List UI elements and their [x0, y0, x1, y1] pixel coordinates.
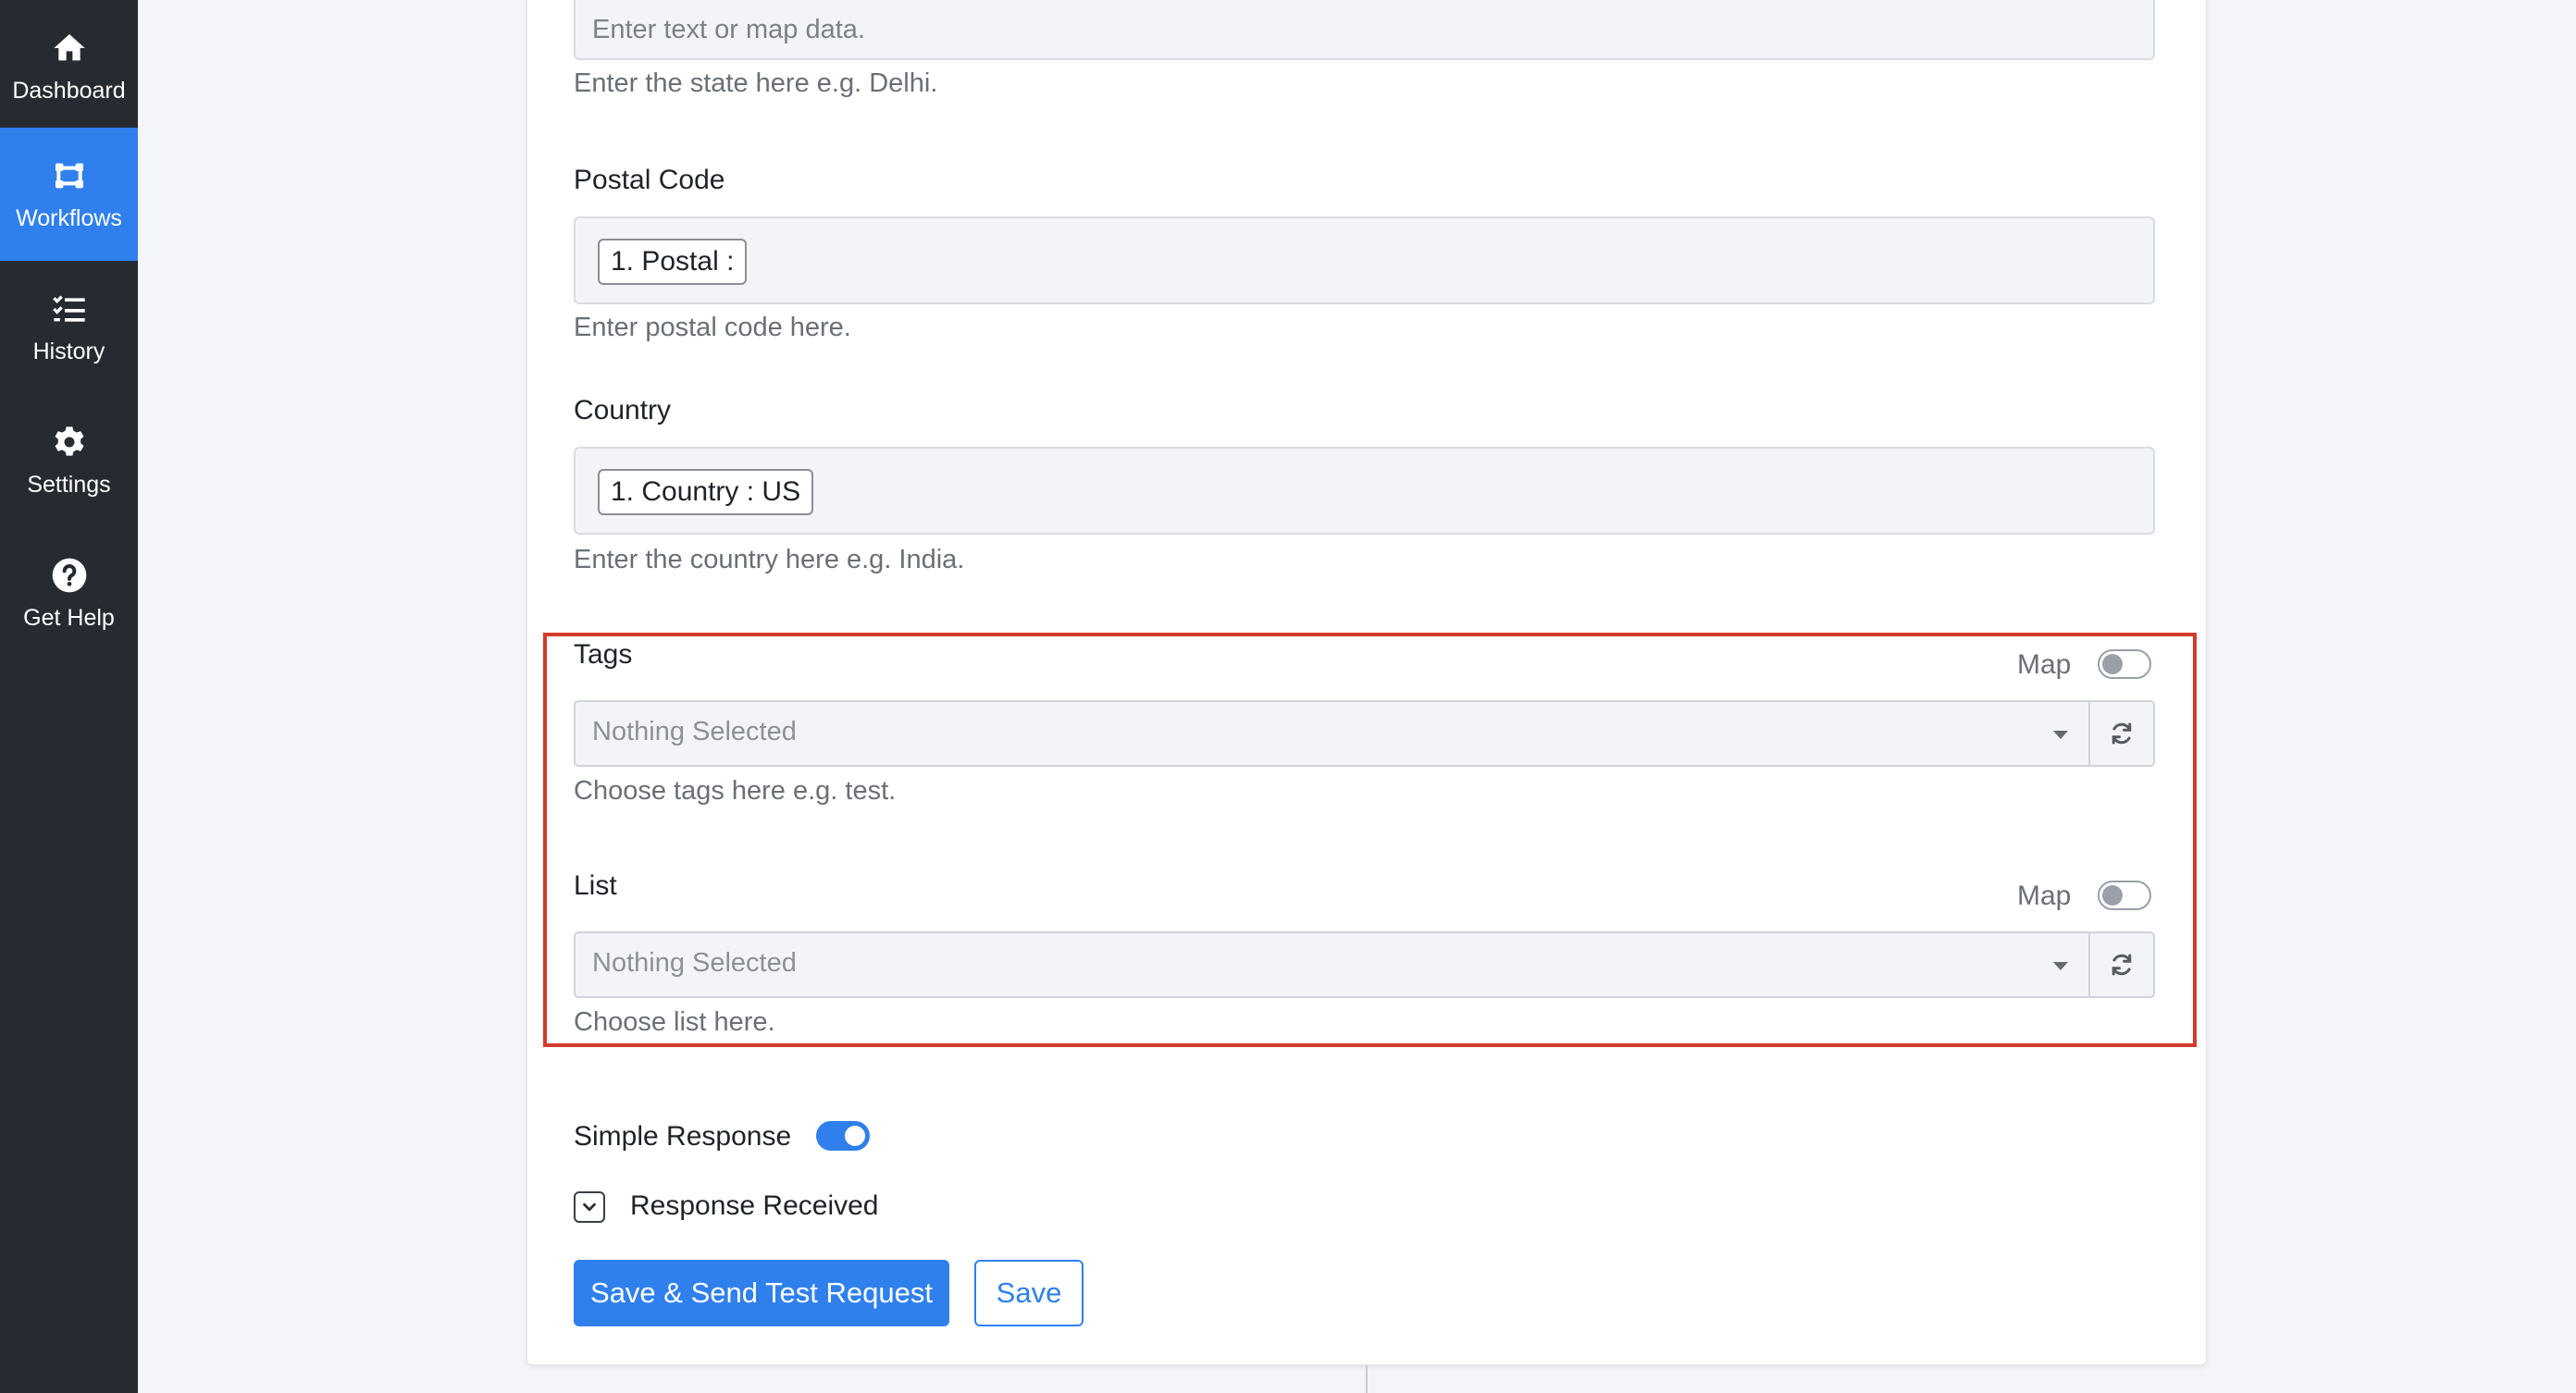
sidebar-item-history[interactable]: History — [0, 261, 138, 394]
response-received-toggle[interactable] — [574, 1191, 605, 1223]
chevron-down-icon — [2053, 731, 2068, 739]
country-mapped-chip[interactable]: 1. Country : US — [598, 469, 814, 515]
country-label: Country — [574, 395, 672, 425]
tags-select[interactable]: Nothing Selected — [574, 700, 2090, 767]
save-and-send-test-request-button[interactable]: Save & Send Test Request — [574, 1260, 949, 1326]
sidebar-item-label: Dashboard — [12, 78, 126, 104]
country-help-text: Enter the country here e.g. India. — [574, 545, 965, 574]
list-refresh-button[interactable] — [2090, 931, 2155, 998]
sidebar-item-label: History — [32, 339, 105, 364]
save-button[interactable]: Save — [974, 1260, 1084, 1326]
tags-map-toggle[interactable] — [2098, 649, 2151, 679]
postal-code-mapped-chip[interactable]: 1. Postal : — [598, 239, 748, 285]
list-map-toggle[interactable] — [2098, 881, 2151, 910]
state-input-placeholder: Enter text or map data. — [592, 15, 865, 44]
state-help-text: Enter the state here e.g. Delhi. — [574, 68, 938, 98]
tags-select-value: Nothing Selected — [592, 717, 797, 746]
list-map-label: Map — [2017, 881, 2072, 911]
chip-label: 1. Postal : — [611, 246, 735, 277]
list-label: List — [574, 870, 617, 901]
list-help-text: Choose list here. — [574, 1007, 775, 1037]
sidebar-item-label: Settings — [27, 472, 111, 498]
refresh-icon — [2112, 722, 2132, 745]
toggle-knob — [2102, 885, 2123, 906]
sidebar-item-get-help[interactable]: Get Help — [0, 527, 138, 660]
refresh-icon — [2112, 954, 2132, 976]
tags-refresh-button[interactable] — [2090, 700, 2155, 767]
list-select-value: Nothing Selected — [592, 948, 797, 978]
toggle-knob — [845, 1126, 865, 1146]
workflow-connector-line — [1366, 1365, 1368, 1393]
response-received-label: Response Received — [630, 1190, 879, 1221]
simple-response-toggle[interactable] — [816, 1121, 870, 1151]
home-icon — [53, 34, 85, 61]
chip-label: 1. Country : US — [611, 476, 801, 507]
sidebar-item-settings[interactable]: Settings — [0, 394, 138, 527]
postal-code-input[interactable]: 1. Postal : — [574, 216, 2155, 304]
state-input[interactable]: Enter text or map data. — [574, 0, 2155, 60]
sidebar-item-label: Get Help — [23, 605, 115, 631]
simple-response-label: Simple Response — [574, 1121, 792, 1152]
tags-map-label: Map — [2017, 649, 2072, 680]
sidebar-item-label: Workflows — [16, 205, 122, 231]
list-select[interactable]: Nothing Selected — [574, 931, 2090, 998]
chevron-down-icon — [2053, 962, 2068, 970]
chevron-down-icon — [583, 1202, 596, 1212]
workflow-icon — [55, 163, 83, 189]
postal-code-label: Postal Code — [574, 165, 725, 195]
sidebar: Dashboard Workflows History Settings Get… — [0, 0, 138, 1393]
tags-help-text: Choose tags here e.g. test. — [574, 776, 897, 806]
toggle-knob — [2102, 654, 2123, 674]
list-check-icon — [52, 295, 85, 322]
question-circle-icon — [52, 558, 86, 593]
postal-code-help-text: Enter postal code here. — [574, 313, 851, 342]
country-input[interactable]: 1. Country : US — [574, 447, 2155, 535]
sidebar-item-dashboard[interactable]: Dashboard — [0, 0, 138, 133]
gear-icon — [55, 426, 83, 456]
sidebar-item-workflows[interactable]: Workflows — [0, 128, 138, 261]
tags-label: Tags — [574, 639, 633, 670]
